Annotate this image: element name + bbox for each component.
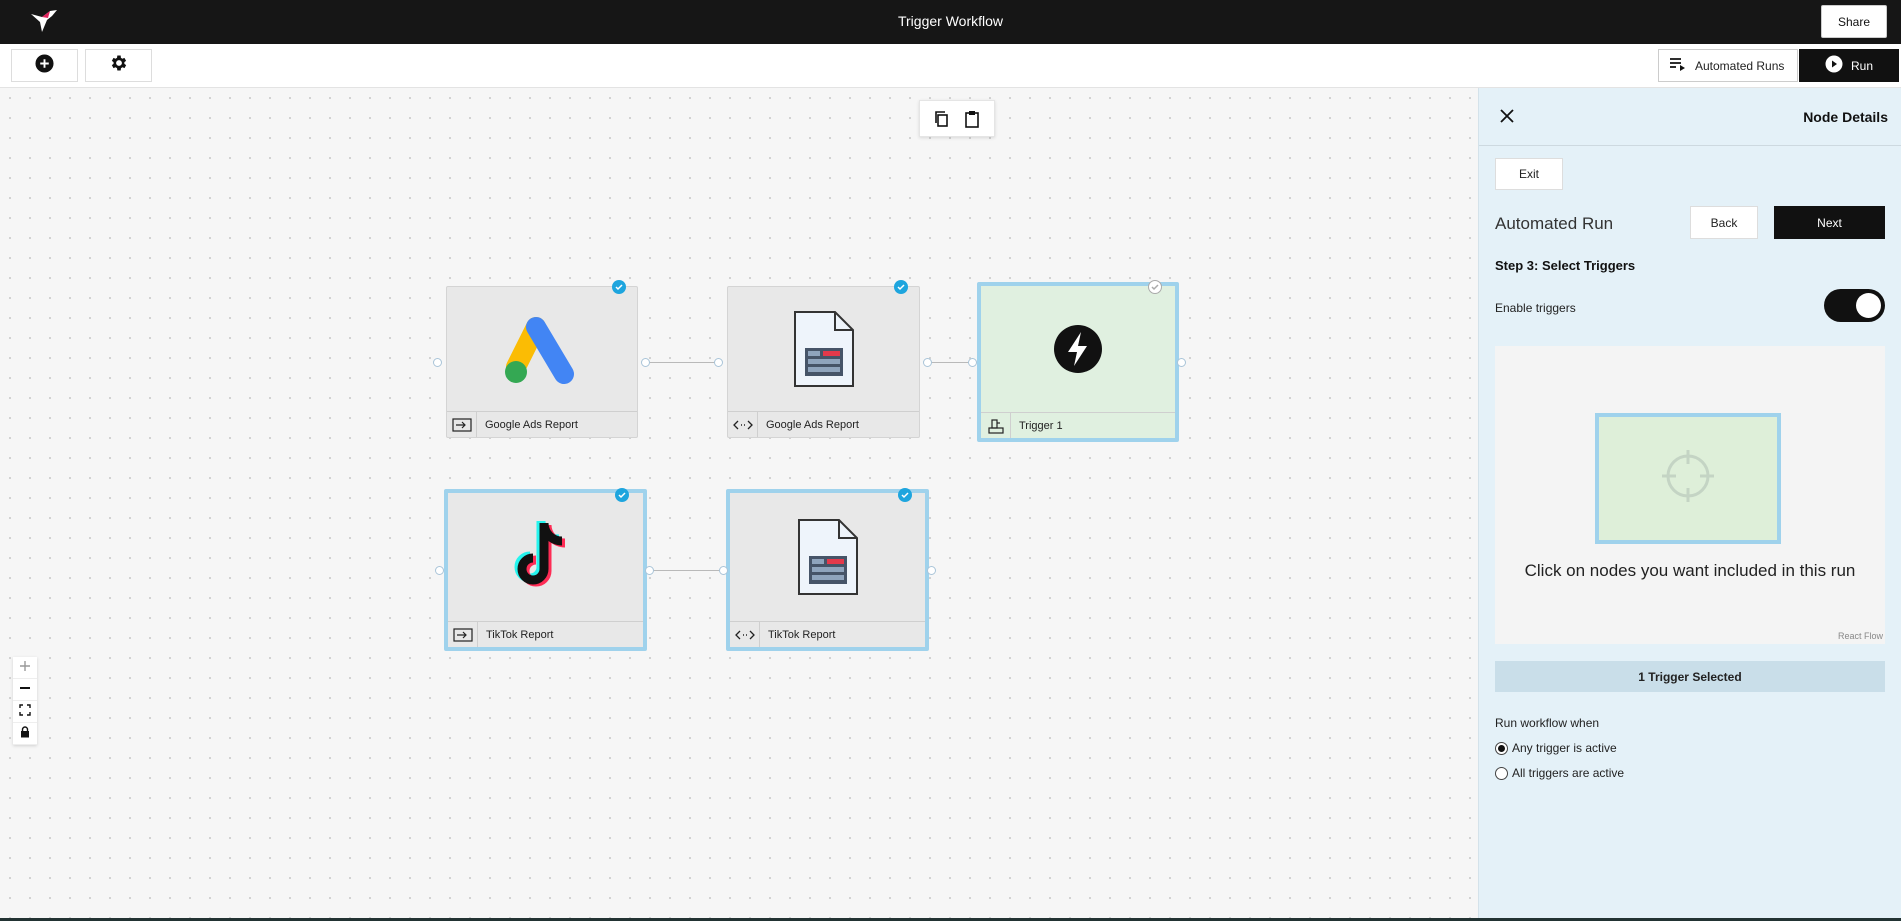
checkmark-icon bbox=[612, 280, 626, 294]
settings-button[interactable] bbox=[85, 49, 152, 82]
workflow-node[interactable]: TikTok Report bbox=[726, 489, 929, 651]
node-label: Google Ads Report bbox=[485, 418, 578, 431]
code-icon bbox=[728, 412, 758, 437]
preview-node[interactable] bbox=[1595, 413, 1781, 544]
panel-header: Node Details bbox=[1479, 88, 1901, 146]
tiktok-icon bbox=[448, 493, 643, 621]
run-button[interactable]: Run bbox=[1799, 49, 1899, 82]
gear-icon bbox=[109, 53, 129, 78]
node-footer: Google Ads Report bbox=[728, 411, 919, 437]
paste-icon[interactable] bbox=[963, 110, 981, 128]
lightning-icon bbox=[981, 286, 1175, 412]
workflow-canvas[interactable]: Google Ads Report Google Ads Report Trig… bbox=[0, 88, 1478, 921]
crosshair-icon bbox=[1660, 448, 1716, 509]
run-when-label: Run workflow when bbox=[1495, 716, 1600, 730]
node-label: TikTok Report bbox=[768, 628, 836, 641]
triggers-selected-badge: 1 Trigger Selected bbox=[1495, 661, 1885, 692]
preview-instruction: Click on nodes you want included in this… bbox=[1524, 561, 1856, 580]
close-icon[interactable] bbox=[1499, 108, 1517, 126]
automated-run-heading: Automated Run bbox=[1495, 214, 1614, 233]
list-play-icon bbox=[1669, 57, 1687, 74]
exit-button[interactable]: Exit bbox=[1495, 158, 1563, 190]
enable-triggers-toggle[interactable] bbox=[1824, 289, 1885, 322]
source-handle[interactable] bbox=[641, 358, 650, 367]
source-handle[interactable] bbox=[645, 566, 654, 575]
edge[interactable] bbox=[928, 362, 972, 363]
workflow-node[interactable]: TikTok Report bbox=[444, 489, 647, 651]
target-handle[interactable] bbox=[968, 358, 977, 367]
copy-paste-toolbar bbox=[919, 100, 995, 137]
panel-title: Node Details bbox=[1803, 109, 1888, 125]
checkmark-icon bbox=[615, 488, 629, 502]
radio-any-trigger[interactable]: Any trigger is active bbox=[1495, 741, 1617, 755]
next-button[interactable]: Next bbox=[1774, 206, 1885, 239]
node-footer: Google Ads Report bbox=[447, 411, 637, 437]
source-handle[interactable] bbox=[927, 566, 936, 575]
workflow-title: Trigger Workflow bbox=[897, 13, 1004, 29]
node-footer: Trigger 1 bbox=[981, 412, 1175, 438]
enable-triggers-label: Enable triggers bbox=[1495, 301, 1576, 315]
zoom-in-button[interactable] bbox=[13, 657, 37, 679]
google-ads-icon bbox=[447, 287, 637, 411]
edge[interactable] bbox=[650, 570, 724, 571]
input-icon bbox=[448, 622, 478, 647]
play-circle-icon bbox=[1825, 55, 1843, 76]
radio-label: All triggers are active bbox=[1512, 766, 1625, 780]
back-button[interactable]: Back bbox=[1690, 206, 1758, 239]
copy-icon[interactable] bbox=[933, 110, 951, 128]
node-label: Google Ads Report bbox=[766, 418, 859, 431]
radio-all-triggers[interactable]: All triggers are active bbox=[1495, 766, 1624, 780]
step-label: Step 3: Select Triggers bbox=[1495, 258, 1636, 273]
minus-icon bbox=[19, 681, 31, 699]
lock-icon bbox=[20, 725, 30, 743]
node-details-panel: Node Details Exit Automated Run Back Nex… bbox=[1478, 88, 1901, 921]
react-flow-attribution[interactable]: React Flow bbox=[1838, 631, 1883, 641]
node-label: TikTok Report bbox=[486, 628, 554, 641]
spreadsheet-file-icon bbox=[730, 493, 925, 621]
run-label: Run bbox=[1851, 58, 1874, 73]
checkmark-icon bbox=[898, 488, 912, 502]
input-icon bbox=[447, 412, 477, 437]
plus-icon bbox=[19, 659, 31, 677]
radio-button[interactable] bbox=[1495, 766, 1508, 780]
radio-label: Any trigger is active bbox=[1512, 741, 1617, 755]
target-handle[interactable] bbox=[714, 358, 723, 367]
trigger-icon bbox=[981, 413, 1011, 438]
trigger-node[interactable]: Trigger 1 bbox=[977, 282, 1179, 442]
toggle-knob bbox=[1856, 293, 1881, 318]
top-bar: Trigger Workflow Share bbox=[0, 0, 1901, 44]
checkmark-icon bbox=[894, 280, 908, 294]
fit-view-button[interactable] bbox=[13, 701, 37, 723]
node-footer: TikTok Report bbox=[448, 621, 643, 647]
target-handle[interactable] bbox=[435, 566, 444, 575]
target-handle[interactable] bbox=[719, 566, 728, 575]
checkmark-icon bbox=[1148, 280, 1162, 294]
workflow-node[interactable]: Google Ads Report bbox=[727, 286, 920, 438]
trigger-preview[interactable]: Click on nodes you want included in this… bbox=[1495, 346, 1885, 644]
code-icon bbox=[730, 622, 760, 647]
plus-circle-icon bbox=[35, 53, 54, 78]
node-label: Trigger 1 bbox=[1019, 419, 1063, 432]
toolbar: Automated Runs Run bbox=[0, 44, 1901, 88]
radio-button[interactable] bbox=[1495, 741, 1508, 755]
source-handle[interactable] bbox=[923, 358, 932, 367]
automated-runs-button[interactable]: Automated Runs bbox=[1658, 49, 1798, 82]
automated-runs-label: Automated Runs bbox=[1695, 58, 1785, 73]
source-handle[interactable] bbox=[1177, 358, 1186, 367]
target-handle[interactable] bbox=[433, 358, 442, 367]
lock-button[interactable] bbox=[13, 723, 37, 745]
edge[interactable] bbox=[646, 362, 718, 363]
add-node-button[interactable] bbox=[11, 49, 78, 82]
zoom-controls bbox=[13, 657, 37, 745]
zoom-out-button[interactable] bbox=[13, 679, 37, 701]
fullscreen-icon bbox=[19, 703, 31, 721]
workflow-node[interactable]: Google Ads Report bbox=[446, 286, 638, 438]
share-button[interactable]: Share bbox=[1821, 5, 1887, 38]
node-footer: TikTok Report bbox=[730, 621, 925, 647]
spreadsheet-file-icon bbox=[728, 287, 919, 411]
